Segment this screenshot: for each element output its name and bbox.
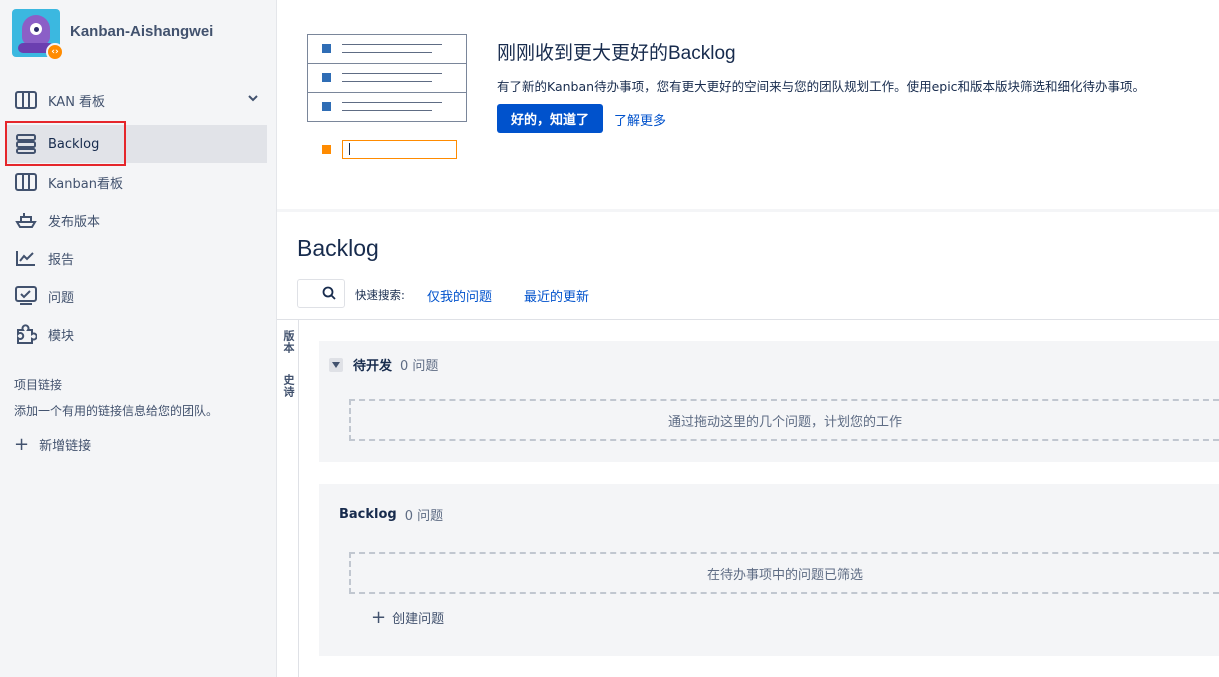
puzzle-icon: [14, 322, 38, 346]
backlog-section: Backlog 0 问题 在待办事项中的问题已筛选 + 创建问题: [319, 484, 1219, 656]
tab-epics[interactable]: 史诗: [280, 374, 296, 398]
drop-zone[interactable]: 通过拖动这里的几个问题，计划您的工作: [349, 399, 1219, 441]
section-name: 待开发: [353, 359, 393, 374]
code-badge-icon: ‹›: [46, 43, 64, 61]
sidebar-item-reports[interactable]: 报告: [6, 239, 267, 277]
project-links-title: 项目链接: [14, 378, 63, 392]
filter-my-issues[interactable]: 仅我的问题: [427, 286, 492, 305]
divider: [277, 319, 1219, 320]
collapse-toggle-icon[interactable]: [329, 357, 343, 372]
learn-more-link[interactable]: 了解更多: [614, 110, 666, 129]
plus-icon: +: [371, 606, 387, 628]
plus-icon: +: [14, 433, 30, 455]
sidebar: ‹› Kanban-Aishangwei KAN 看板 Backlog Kanb…: [0, 0, 277, 677]
sidebar-item-label: KAN 看板: [48, 94, 106, 110]
ship-icon: [14, 208, 38, 232]
sidebar-item-kanban[interactable]: Kanban看板: [6, 163, 267, 201]
project-header[interactable]: ‹› Kanban-Aishangwei: [12, 9, 214, 61]
add-link-label: 新增链接: [39, 439, 92, 454]
sidebar-item-kan-board[interactable]: KAN 看板: [6, 81, 267, 119]
sidebar-item-label: 发布版本: [48, 214, 101, 230]
banner-title: 刚刚收到更大更好的Backlog: [497, 43, 736, 64]
section-name: Backlog: [339, 507, 397, 522]
create-issue-label: 创建问题: [392, 612, 445, 627]
project-name: Kanban-Aishangwei: [70, 22, 214, 40]
sidebar-item-issues[interactable]: 问题: [6, 277, 267, 315]
search-input[interactable]: [297, 279, 345, 308]
filter-recent-updates[interactable]: 最近的更新: [524, 286, 589, 305]
issue-count: 0 问题: [404, 509, 444, 524]
add-link-button[interactable]: + 新增链接: [14, 435, 91, 454]
sidebar-item-label: Kanban看板: [48, 176, 123, 192]
sidebar-item-label: 问题: [48, 290, 75, 306]
tab-versions[interactable]: 版本: [280, 330, 296, 354]
drop-zone-text: 在待办事项中的问题已筛选: [706, 567, 863, 583]
issue-count: 0 问题: [400, 359, 439, 374]
new-backlog-banner: 刚刚收到更大更好的Backlog 有了新的Kanban待办事项，您有更大更好的空…: [277, 0, 1219, 212]
project-links-description: 添加一个有用的链接信息给您的团队。: [14, 404, 219, 418]
search-icon: [322, 286, 336, 304]
todo-section: 待开发 0 问题 通过拖动这里的几个问题，计划您的工作: [319, 341, 1219, 462]
chart-icon: [14, 246, 38, 270]
backlog-illustration: [307, 34, 467, 160]
issues-icon: [14, 284, 38, 308]
got-it-button[interactable]: 好的，知道了: [497, 104, 603, 133]
project-avatar: ‹›: [12, 9, 64, 61]
sidebar-item-components[interactable]: 模块: [6, 315, 267, 353]
sidebar-item-label: 报告: [48, 252, 75, 268]
sidebar-item-label: 模块: [48, 328, 75, 344]
board-icon: [14, 88, 38, 112]
drop-zone-text: 通过拖动这里的几个问题，计划您的工作: [667, 414, 902, 430]
columns-icon: [14, 170, 38, 194]
banner-description: 有了新的Kanban待办事项，您有更大更好的空间来与您的团队规划工作。使用epi…: [497, 79, 1146, 94]
create-issue-button[interactable]: + 创建问题: [371, 608, 444, 627]
sidebar-item-releases[interactable]: 发布版本: [6, 201, 267, 239]
highlight-box: [5, 121, 126, 166]
chevron-down-icon[interactable]: [247, 92, 259, 108]
quick-search-label: 快速搜索:: [355, 288, 405, 302]
side-panel-tabs: 版本 史诗: [277, 320, 299, 677]
drop-zone[interactable]: 在待办事项中的问题已筛选: [349, 552, 1219, 594]
page-title: Backlog: [297, 235, 379, 261]
